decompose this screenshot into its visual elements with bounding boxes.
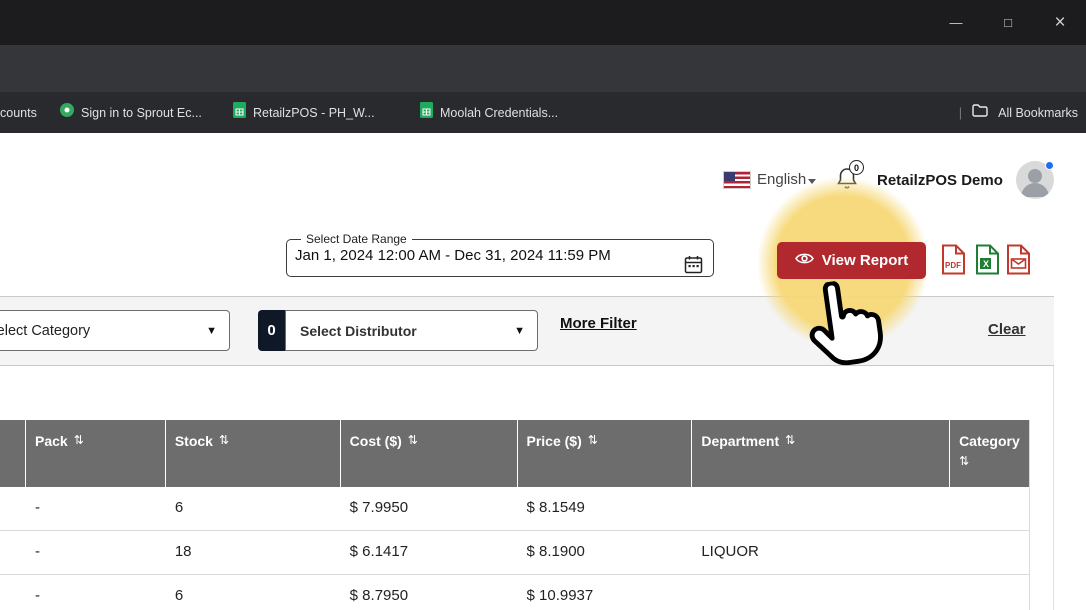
us-flag-icon [724,172,750,188]
distributor-select-value: Select Distributor [286,323,417,339]
export-email-icon[interactable] [1006,244,1033,280]
sort-icon: ⇅ [785,433,795,447]
table-cell-category [949,531,1029,574]
date-range-legend: Select Date Range [301,232,412,246]
table-cell [0,575,25,610]
dropdown-arrow-icon: ▼ [206,325,217,337]
dropdown-arrow-icon: ▼ [514,325,525,337]
window-titlebar: — □ × [0,0,1086,45]
table-row: - 6 $ 8.7950 $ 10.9937 [0,575,1029,610]
browser-toolbar: ☆ Incognito ⋮ [0,45,1086,92]
sort-icon: ⇅ [74,433,84,447]
all-bookmarks-label: All Bookmarks [998,106,1078,120]
eye-icon [795,252,814,269]
language-selector[interactable]: English [757,171,806,188]
table-cell-cost: $ 7.9950 [340,487,517,530]
table-cell-price: $ 10.9937 [517,575,692,610]
table-cell-stock: 6 [165,487,340,530]
minimize-button[interactable]: — [930,0,982,45]
table-cell-pack: - [25,487,165,530]
table-header-stock[interactable]: Stock ⇅ [165,420,340,487]
view-report-label: View Report [822,252,908,269]
table-cell-pack: - [25,531,165,574]
date-range-field[interactable]: Select Date Range Jan 1, 2024 12:00 AM -… [286,232,714,277]
date-range-value: Jan 1, 2024 12:00 AM - Dec 31, 2024 11:5… [295,247,713,264]
favicon-sheets-icon [233,102,246,123]
sort-icon: ⇅ [588,433,598,447]
table-cell-category [949,575,1029,610]
table-header-department[interactable]: Department ⇅ [691,420,949,487]
sort-icon: ⇅ [959,454,969,468]
table-cell-cost: $ 6.1417 [340,531,517,574]
table-cell-cost: $ 8.7950 [340,575,517,610]
presence-dot [1045,161,1054,170]
hand-pointer-icon [793,275,894,387]
table-header-partial [0,420,25,487]
column-label: Price ($) [527,433,582,449]
bookmark-label: RetailzPOS - PH_W... [253,106,375,120]
bookmark-item[interactable]: RetailzPOS - PH_W... [233,92,375,133]
screen: — □ × ☆ Incognito ⋮ counts Sign [0,0,1086,610]
table-row: - 6 $ 7.9950 $ 8.1549 [0,487,1029,531]
favicon-sprout-icon [60,103,74,122]
table-header-price[interactable]: Price ($) ⇅ [517,420,692,487]
column-label: Cost ($) [350,433,402,449]
category-select[interactable]: Select Category ▼ [0,310,230,351]
folder-icon [972,104,988,122]
maximize-button[interactable]: □ [982,0,1034,45]
table-cell-stock: 18 [165,531,340,574]
bookmark-item[interactable]: Moolah Credentials... [420,92,558,133]
table-header-category[interactable]: Category ⇅ [949,420,1029,487]
table-row: - 18 $ 6.1417 $ 8.1900 LIQUOR [0,531,1029,575]
table-header-row: Pack ⇅ Stock ⇅ Cost ($) ⇅ Price ($) ⇅ De… [0,420,1029,487]
sort-icon: ⇅ [219,433,229,447]
export-pdf-icon[interactable]: PDF [941,244,966,280]
table-cell-pack: - [25,575,165,610]
separator: | [959,105,962,120]
table-cell-department: LIQUOR [691,531,949,574]
table-cell-category [949,487,1029,530]
column-label: Category [959,433,1020,449]
bookmark-item[interactable]: Sign in to Sprout Ec... [60,92,202,133]
column-label: Pack [35,433,68,449]
bookmark-item[interactable]: counts [0,92,37,133]
bookmark-label: Sign in to Sprout Ec... [81,106,202,120]
report-table: Pack ⇅ Stock ⇅ Cost ($) ⇅ Price ($) ⇅ De… [0,420,1030,610]
table-cell-department [691,575,949,610]
column-label: Stock [175,433,213,449]
calendar-icon[interactable] [684,255,703,279]
notification-count-badge: 0 [849,160,864,175]
table-cell [0,487,25,530]
table-header-pack[interactable]: Pack ⇅ [25,420,165,487]
distributor-count-badge: 0 [258,310,285,351]
bookmark-label: counts [0,106,37,120]
svg-text:PDF: PDF [945,261,961,270]
user-name: RetailzPOS Demo [877,172,1003,189]
table-cell-price: $ 8.1900 [517,531,692,574]
column-label: Department [701,433,779,449]
table-cell-stock: 6 [165,575,340,610]
distributor-filter: 0 Select Distributor ▼ [258,310,538,351]
category-select-value: Select Category [0,323,90,339]
export-excel-icon[interactable]: X [975,244,1000,280]
favicon-sheets-icon [420,102,433,123]
table-cell [0,531,25,574]
view-report-button[interactable]: View Report [777,242,926,279]
clear-filters-link[interactable]: Clear [988,321,1026,338]
close-button[interactable]: × [1034,0,1086,45]
table-cell-department [691,487,949,530]
all-bookmarks[interactable]: | All Bookmarks [959,92,1078,133]
bookmarks-bar: counts Sign in to Sprout Ec... RetailzPO… [0,92,1086,133]
table-cell-price: $ 8.1549 [517,487,692,530]
window-controls: — □ × [930,0,1086,45]
table-header-cost[interactable]: Cost ($) ⇅ [340,420,517,487]
svg-text:X: X [983,259,989,269]
more-filter-link[interactable]: More Filter [560,315,637,332]
distributor-select[interactable]: Select Distributor ▼ [285,310,538,351]
sort-icon: ⇅ [408,433,418,447]
bookmark-label: Moolah Credentials... [440,106,558,120]
